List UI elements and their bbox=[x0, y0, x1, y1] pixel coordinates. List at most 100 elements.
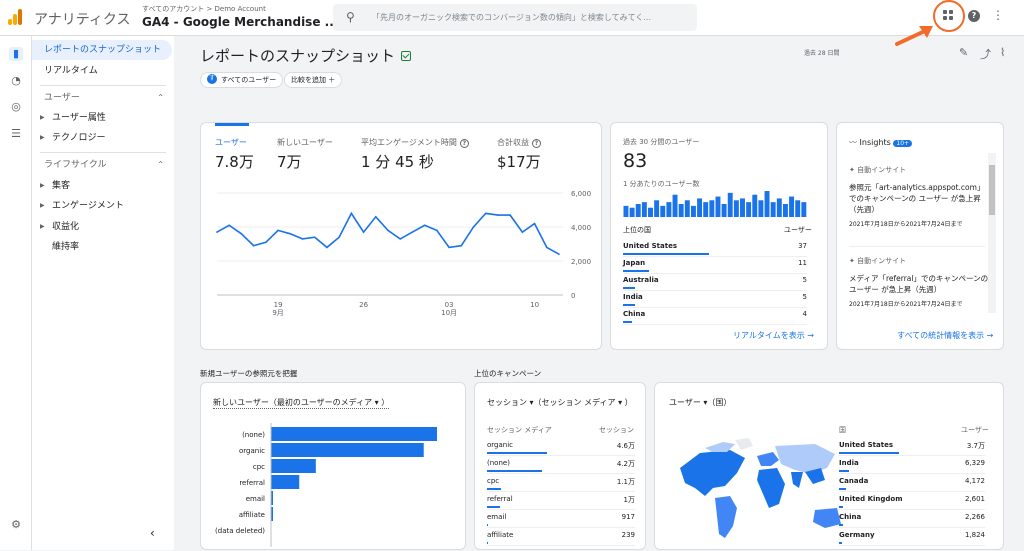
minute-bar bbox=[654, 200, 660, 217]
nav-section-user[interactable]: ユーザー ⌃ bbox=[32, 88, 172, 108]
bar[interactable] bbox=[271, 427, 437, 441]
x-tick-sublabel: 9月 bbox=[272, 309, 283, 317]
insight-text: 参照元「art-analytics.appspot.com」でのキャンペーンの … bbox=[849, 183, 985, 214]
nav-section-lifecycle[interactable]: ライフサイクル ⌃ bbox=[32, 155, 172, 175]
collapse-nav-icon[interactable]: ‹ bbox=[150, 526, 155, 540]
table-row[interactable]: affiliate 239 bbox=[487, 529, 635, 546]
nav-retention[interactable]: 維持率 bbox=[32, 237, 172, 257]
row-divider bbox=[839, 509, 985, 510]
table-row[interactable]: India 5 bbox=[623, 291, 807, 308]
table-row[interactable]: United States 3.7万 bbox=[839, 439, 985, 456]
insights-title: Insights bbox=[859, 138, 891, 147]
bar-label: referral bbox=[239, 479, 265, 487]
edit-report-icon[interactable]: ✎ bbox=[959, 46, 968, 59]
table-row[interactable]: India 6,329 bbox=[839, 457, 985, 474]
share-bar bbox=[623, 253, 709, 255]
breadcrumb[interactable]: すべてのアカウント > Demo Account bbox=[142, 4, 266, 14]
countries-metric-dropdown[interactable]: ユーザー ▾（国） bbox=[669, 397, 731, 408]
nav-label: 集客 bbox=[52, 181, 71, 191]
row-divider bbox=[839, 545, 985, 546]
insight-item[interactable]: ✦ 自動インサイト メディア「referral」でのキャンペーンの ユーザー が… bbox=[849, 256, 989, 311]
left-rail: ▮ ◔ ◎ ☰ ⚙ bbox=[0, 36, 32, 550]
table-row[interactable]: organic 4.6万 bbox=[487, 439, 635, 456]
more-vert-icon[interactable]: ⋮ bbox=[992, 8, 1004, 22]
data-point bbox=[350, 212, 353, 215]
nav-engagement[interactable]: ▶ エンゲージメント bbox=[32, 196, 172, 216]
configure-icon[interactable]: ☰ bbox=[9, 127, 23, 141]
nav-snapshot[interactable]: レポートのスナップショット bbox=[32, 40, 172, 60]
table-row[interactable]: United States 37 bbox=[623, 240, 807, 257]
bar-label: affiliate bbox=[239, 511, 265, 519]
bar[interactable] bbox=[271, 459, 316, 473]
share-bar bbox=[623, 287, 636, 289]
row-name: China bbox=[839, 513, 862, 521]
row-value: 1.1万 bbox=[616, 478, 635, 486]
campaigns-dimension-dropdown[interactable]: セッション ▾（セッション メディア ▾ ） bbox=[487, 397, 637, 408]
realtime-card: 過去 30 分間のユーザー 83 1 分あたりのユーザー数 上位の国 ユーザー … bbox=[610, 122, 828, 350]
insights-icon: 〰 bbox=[849, 138, 857, 147]
insight-item[interactable]: ✦ 自動インサイト 参照元「art-analytics.appspot.com」… bbox=[849, 165, 989, 230]
divider bbox=[40, 152, 166, 153]
bar-label: (none) bbox=[242, 431, 265, 439]
table-row[interactable]: cpc 1.1万 bbox=[487, 475, 635, 492]
nav-user-attributes[interactable]: ▶ ユーザー属性 bbox=[32, 108, 172, 128]
advertising-icon[interactable]: ◎ bbox=[9, 100, 23, 114]
help-icon[interactable]: ? bbox=[968, 10, 980, 22]
view-all-insights-link[interactable]: すべての統計情報を表示 → bbox=[897, 330, 993, 341]
nav-technology[interactable]: ▶ テクノロジー bbox=[32, 128, 172, 148]
minute-bar bbox=[648, 207, 653, 217]
insights-icon[interactable]: ⌇ bbox=[1000, 46, 1005, 59]
section-referrals-title: 新規ユーザーの参照元を把握 bbox=[200, 369, 298, 378]
table-row[interactable]: Canada 4,172 bbox=[839, 475, 985, 492]
explore-icon[interactable]: ◔ bbox=[9, 74, 23, 88]
table-row[interactable]: Germany 1,824 bbox=[839, 529, 985, 546]
minute-bar bbox=[715, 196, 721, 217]
data-point bbox=[313, 236, 316, 238]
table-row[interactable]: (none) 4.2万 bbox=[487, 457, 635, 474]
table-row[interactable]: Japan 11 bbox=[623, 257, 807, 274]
minute-bar bbox=[629, 207, 635, 217]
share-bar bbox=[487, 524, 489, 526]
nav-acquisition[interactable]: ▶ 集客 bbox=[32, 176, 172, 196]
minute-bar bbox=[721, 204, 727, 217]
table-row[interactable]: China 2,266 bbox=[839, 511, 985, 528]
apps-grid-icon[interactable] bbox=[943, 10, 955, 22]
share-icon[interactable]: ⤴ bbox=[980, 46, 991, 62]
share-bar bbox=[839, 542, 842, 544]
insights-card: 〰 Insights 10+ ✦ 自動インサイト 参照元「art-analyti… bbox=[836, 122, 1004, 350]
table-row[interactable]: China 4 bbox=[623, 308, 807, 325]
settings-gear-icon[interactable]: ⚙ bbox=[9, 518, 23, 532]
col-users: ユーザー bbox=[784, 226, 812, 234]
nav-monetization[interactable]: ▶ 収益化 bbox=[32, 217, 172, 237]
date-range[interactable]: 過去 28 日間 bbox=[804, 48, 839, 57]
table-row[interactable]: email 917 bbox=[487, 511, 635, 528]
table-row[interactable]: United Kingdom 2,601 bbox=[839, 493, 985, 510]
bar[interactable] bbox=[271, 443, 424, 457]
chip-all-users[interactable]: すすべてのユーザー bbox=[200, 72, 284, 88]
analytics-logo-icon[interactable] bbox=[8, 9, 24, 25]
user-count: 5 bbox=[802, 293, 807, 301]
table-row[interactable]: Australia 5 bbox=[623, 274, 807, 291]
page-title-text: レポートのスナップショット bbox=[200, 47, 396, 65]
minute-bar bbox=[752, 194, 758, 217]
scrollbar-thumb[interactable] bbox=[989, 165, 995, 215]
insights-scrollbar[interactable] bbox=[988, 153, 996, 313]
property-selector[interactable]: GA4 - Google Merchandise ...▼ bbox=[142, 15, 350, 29]
search-icon: ⚲ bbox=[346, 10, 355, 24]
row-divider bbox=[839, 455, 985, 456]
add-comparison-button[interactable]: 比較を追加 ＋ bbox=[284, 72, 343, 88]
top-bar: アナリティクス すべてのアカウント > Demo Account GA4 - G… bbox=[0, 0, 1024, 36]
reports-icon[interactable]: ▮ bbox=[9, 47, 23, 61]
bar[interactable] bbox=[271, 475, 300, 489]
nav-realtime[interactable]: リアルタイム bbox=[32, 61, 172, 81]
data-point bbox=[289, 233, 292, 235]
view-realtime-link[interactable]: リアルタイムを表示 → bbox=[733, 330, 814, 341]
search-input[interactable]: ⚲ 「先月のオーガニック検索でのコンバージョン数の傾向」と検索してみてく... bbox=[333, 4, 697, 31]
country-name: China bbox=[623, 310, 646, 318]
share-bar bbox=[839, 524, 843, 526]
referrals-dimension-dropdown[interactable]: 新しいユーザー（最初のユーザーのメディア ▾ ） bbox=[213, 397, 390, 409]
table-row[interactable]: referral 1万 bbox=[487, 493, 635, 510]
minute-bar bbox=[746, 202, 752, 217]
minute-bar bbox=[703, 202, 709, 217]
user-count: 37 bbox=[798, 242, 807, 250]
